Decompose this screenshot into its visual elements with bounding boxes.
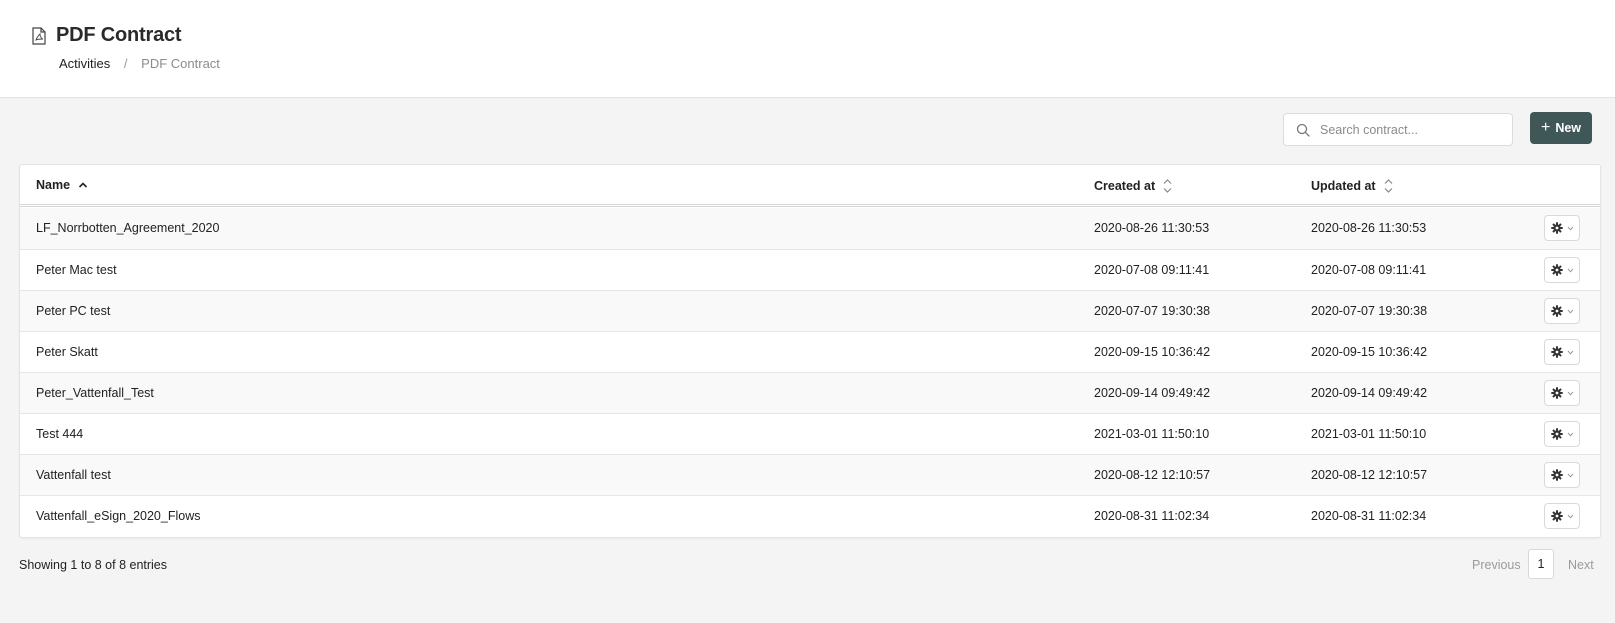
contracts-table: Name Created at Updated at LF_Norrbotten… <box>19 164 1601 538</box>
search-icon <box>1296 123 1310 137</box>
chevron-down-icon <box>1567 350 1573 355</box>
row-actions-button[interactable] <box>1544 215 1580 241</box>
row-actions-button[interactable] <box>1544 298 1580 324</box>
table-row: Peter Mac test 2020-07-08 09:11:41 2020-… <box>20 249 1600 290</box>
cell-updated: 2020-09-14 09:49:42 <box>1311 386 1428 400</box>
table-header: Name Created at Updated at <box>20 165 1600 207</box>
column-label-created: Created at <box>1094 179 1156 193</box>
cell-updated: 2020-08-31 11:02:34 <box>1311 509 1427 523</box>
column-header-updated[interactable]: Updated at <box>1311 178 1393 194</box>
breadcrumb-current: PDF Contract <box>141 56 220 71</box>
gear-icon <box>1550 469 1563 481</box>
cell-name[interactable]: Peter Skatt <box>36 345 98 359</box>
cell-created: 2021-03-01 11:50:10 <box>1094 427 1210 441</box>
entries-info: Showing 1 to 8 of 8 entries <box>19 558 168 572</box>
chevron-down-icon <box>1567 432 1573 437</box>
table-row: Peter Skatt 2020-09-15 10:36:42 2020-09-… <box>20 331 1600 372</box>
chevron-down-icon <box>1567 268 1573 273</box>
cell-name[interactable]: Peter Mac test <box>36 263 117 277</box>
column-header-created[interactable]: Created at <box>1094 178 1172 194</box>
gear-icon <box>1550 305 1563 317</box>
gear-icon <box>1550 264 1563 276</box>
page-header: PDF Contract Activities / PDF Contract <box>0 0 1615 98</box>
cell-updated: 2020-07-08 09:11:41 <box>1311 263 1427 277</box>
cell-created: 2020-07-07 19:30:38 <box>1094 304 1211 318</box>
row-actions-button[interactable] <box>1544 380 1580 406</box>
row-actions-button[interactable] <box>1544 257 1580 283</box>
row-actions-button[interactable] <box>1544 339 1580 365</box>
row-actions-button[interactable] <box>1544 462 1580 488</box>
cell-created: 2020-07-08 09:11:41 <box>1094 263 1210 277</box>
cell-created: 2020-08-12 12:10:57 <box>1094 468 1211 482</box>
cell-created: 2020-08-26 11:30:53 <box>1094 221 1210 235</box>
row-actions-button[interactable] <box>1544 421 1580 447</box>
gear-icon <box>1550 510 1563 522</box>
search-input[interactable] <box>1320 114 1508 145</box>
pdf-file-icon <box>32 27 46 45</box>
pagination-previous[interactable]: Previous <box>1472 558 1521 572</box>
breadcrumb-link-activities[interactable]: Activities <box>59 56 110 71</box>
cell-created: 2020-08-31 11:02:34 <box>1094 509 1210 523</box>
pagination-next[interactable]: Next <box>1568 558 1594 572</box>
page-title: PDF Contract <box>56 24 182 46</box>
table-row: LF_Norrbotten_Agreement_2020 2020-08-26 … <box>20 208 1600 249</box>
chevron-down-icon <box>1567 226 1573 231</box>
gear-icon <box>1550 222 1563 234</box>
table-row: Vattenfall test 2020-08-12 12:10:57 2020… <box>20 454 1600 495</box>
cell-name[interactable]: Test 444 <box>36 427 83 441</box>
breadcrumb-separator: / <box>123 56 128 71</box>
cell-name[interactable]: Peter PC test <box>36 304 110 318</box>
cell-name[interactable]: Vattenfall_eSign_2020_Flows <box>36 509 200 523</box>
breadcrumb: Activities / PDF Contract <box>59 56 220 71</box>
chevron-down-icon <box>1567 309 1573 314</box>
cell-created: 2020-09-14 09:49:42 <box>1094 386 1211 400</box>
cell-name[interactable]: LF_Norrbotten_Agreement_2020 <box>36 221 219 235</box>
cell-updated: 2021-03-01 11:50:10 <box>1311 427 1427 441</box>
chevron-down-icon <box>1567 473 1573 478</box>
new-contract-button[interactable]: + New <box>1530 112 1592 144</box>
search-box <box>1283 113 1513 146</box>
chevron-down-icon <box>1567 514 1573 519</box>
table-row: Peter PC test 2020-07-07 19:30:38 2020-0… <box>20 290 1600 331</box>
plus-icon: + <box>1540 118 1551 136</box>
table-row: Test 444 2021-03-01 11:50:10 2021-03-01 … <box>20 413 1600 454</box>
cell-updated: 2020-07-07 19:30:38 <box>1311 304 1428 318</box>
sort-ascending-icon <box>78 182 88 188</box>
table-row: Vattenfall_eSign_2020_Flows 2020-08-31 1… <box>20 495 1600 536</box>
column-label-updated: Updated at <box>1311 179 1376 193</box>
gear-icon <box>1550 428 1563 440</box>
cell-updated: 2020-08-12 12:10:57 <box>1311 468 1428 482</box>
cell-updated: 2020-08-26 11:30:53 <box>1311 221 1427 235</box>
cell-name[interactable]: Peter_Vattenfall_Test <box>36 386 154 400</box>
gear-icon <box>1550 346 1563 358</box>
sort-both-icon <box>1163 179 1172 193</box>
new-button-label: New <box>1555 121 1582 135</box>
chevron-down-icon <box>1567 391 1573 396</box>
column-label-name: Name <box>36 178 71 192</box>
sort-both-icon <box>1384 179 1393 193</box>
row-actions-button[interactable] <box>1544 503 1580 529</box>
pagination-page-1[interactable]: 1 <box>1528 549 1554 579</box>
column-header-name[interactable]: Name <box>36 178 88 192</box>
cell-name[interactable]: Vattenfall test <box>36 468 111 482</box>
gear-icon <box>1550 387 1563 399</box>
table-row: Peter_Vattenfall_Test 2020-09-14 09:49:4… <box>20 372 1600 413</box>
cell-created: 2020-09-15 10:36:42 <box>1094 345 1211 359</box>
cell-updated: 2020-09-15 10:36:42 <box>1311 345 1428 359</box>
